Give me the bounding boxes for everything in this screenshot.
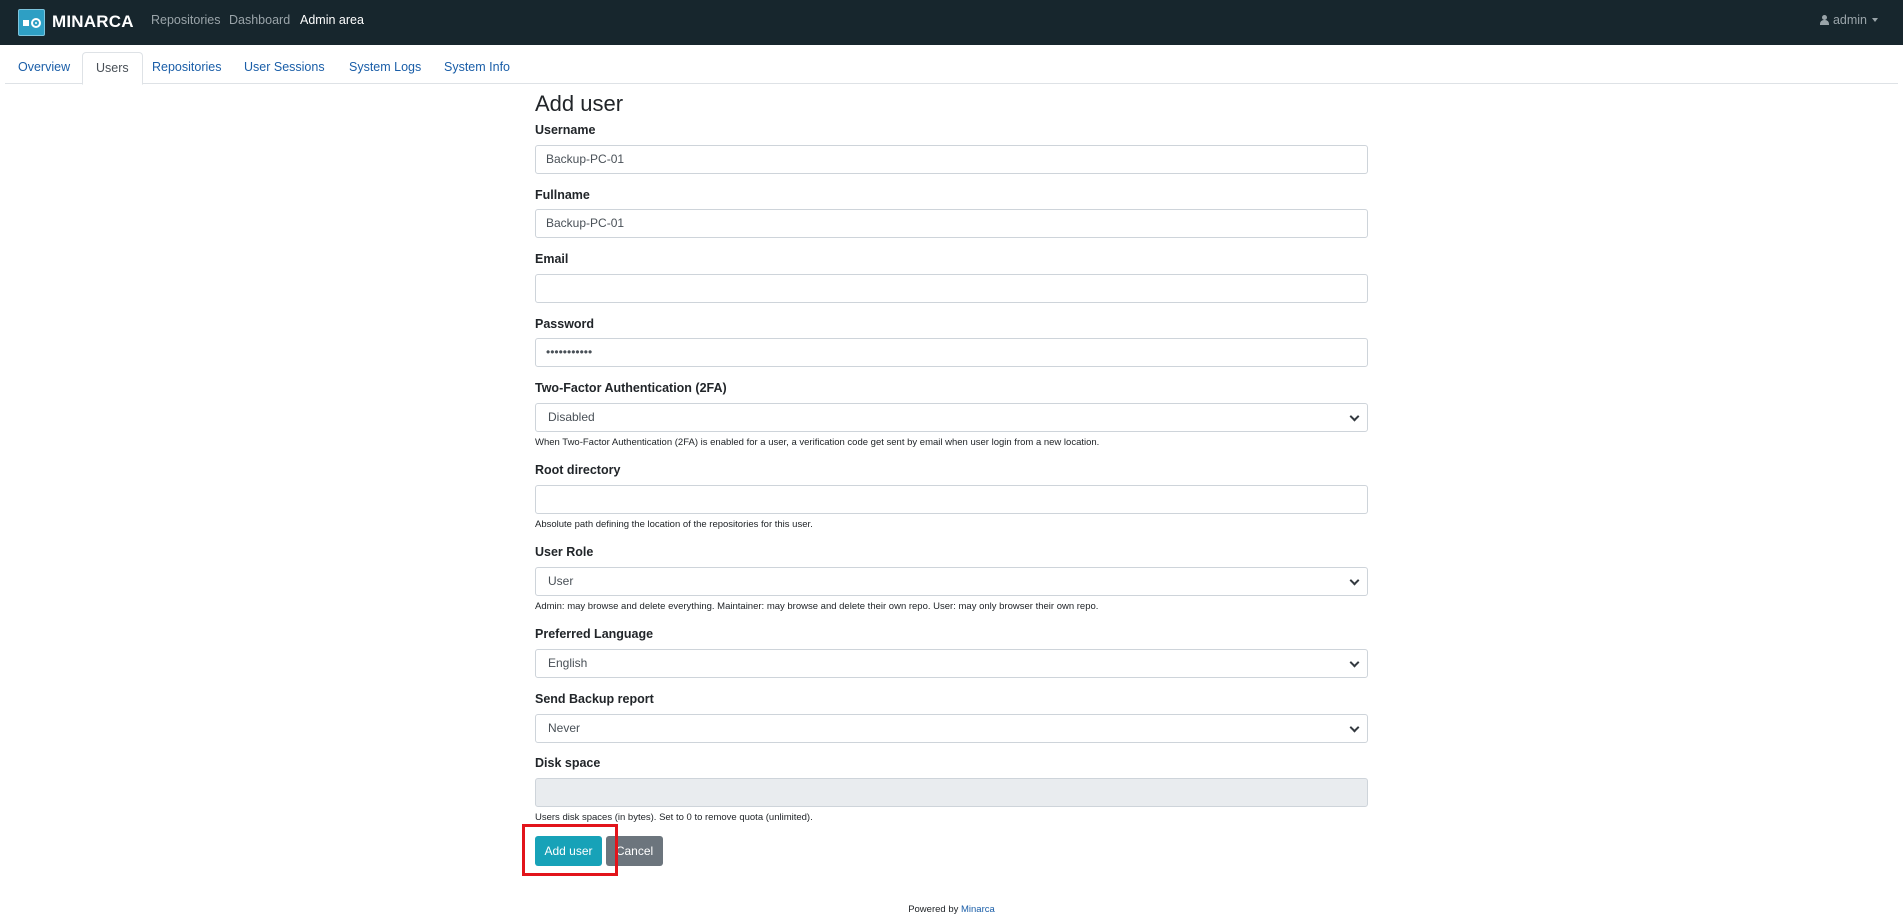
root-directory-help: Absolute path defining the location of t…	[535, 519, 813, 530]
user-name: admin	[1832, 13, 1867, 27]
disk-space-label: Disk space	[535, 756, 601, 770]
tab-repositories[interactable]: Repositories	[139, 52, 234, 84]
tab-overview[interactable]: Overview	[5, 52, 83, 84]
username-input[interactable]: Backup-PC-01	[535, 145, 1368, 174]
nav-link-dashboard[interactable]: Dashboard	[229, 13, 290, 27]
admin-tabs: Overview Users Repositories User Session…	[5, 52, 1898, 85]
page-title: Add user	[535, 91, 624, 116]
nav-link-admin-area[interactable]: Admin area	[300, 13, 364, 27]
password-input[interactable]: •••••••••••	[535, 338, 1368, 367]
backup-report-selected-value: Never	[548, 721, 581, 735]
user-role-label: User Role	[535, 545, 594, 559]
user-menu[interactable]: admin	[1819, 13, 1878, 27]
username-label: Username	[535, 123, 596, 137]
brand[interactable]: MINARCA	[18, 8, 134, 36]
highlight-box	[522, 824, 618, 876]
backup-report-label: Send Backup report	[535, 692, 654, 706]
top-navbar: MINARCA Repositories Dashboard Admin are…	[0, 0, 1903, 45]
language-selected-value: English	[548, 656, 588, 670]
twofa-selected-value: Disabled	[548, 410, 595, 424]
twofa-label: Two-Factor Authentication (2FA)	[535, 381, 727, 395]
disk-space-input[interactable]	[535, 778, 1368, 807]
tab-user-sessions[interactable]: User Sessions	[231, 52, 338, 84]
fullname-label: Fullname	[535, 188, 590, 202]
footer: Powered by Minarca	[0, 904, 1903, 915]
language-select[interactable]: English	[535, 649, 1368, 678]
nav-link-repositories[interactable]: Repositories	[151, 13, 220, 27]
root-directory-input[interactable]	[535, 485, 1368, 514]
disk-space-help: Users disk spaces (in bytes). Set to 0 t…	[535, 812, 813, 823]
password-label: Password	[535, 317, 595, 331]
minarca-logo-icon	[18, 8, 45, 36]
email-input[interactable]	[535, 274, 1368, 303]
backup-report-select[interactable]: Never	[535, 714, 1368, 743]
chevron-down-icon	[1349, 411, 1360, 422]
footer-prefix: Powered by	[908, 904, 959, 915]
twofa-help: When Two-Factor Authentication (2FA) is …	[535, 437, 1100, 448]
chevron-down-icon	[1349, 575, 1360, 586]
chevron-down-icon	[1349, 722, 1360, 733]
user-icon	[1819, 15, 1829, 25]
twofa-select[interactable]: Disabled	[535, 403, 1368, 432]
tab-users[interactable]: Users	[82, 52, 143, 85]
user-role-select[interactable]: User	[535, 567, 1368, 596]
email-label: Email	[535, 252, 569, 266]
fullname-input[interactable]: Backup-PC-01	[535, 209, 1368, 238]
tab-system-logs[interactable]: System Logs	[336, 52, 434, 84]
user-role-selected-value: User	[548, 574, 574, 588]
chevron-down-icon	[1349, 657, 1360, 668]
tab-system-info[interactable]: System Info	[431, 52, 523, 84]
brand-name: MINARCA	[52, 12, 134, 31]
user-role-help: Admin: may browse and delete everything.…	[535, 601, 1099, 612]
footer-minarca-link[interactable]: Minarca	[961, 904, 995, 915]
root-directory-label: Root directory	[535, 463, 621, 477]
language-label: Preferred Language	[535, 627, 654, 641]
caret-down-icon	[1872, 18, 1878, 22]
